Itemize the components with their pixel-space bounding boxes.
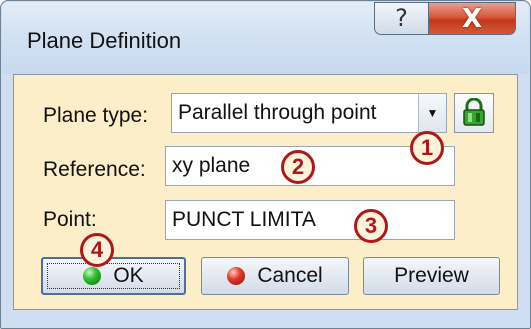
help-icon: ? — [395, 3, 408, 32]
point-value: PUNCT LIMITA — [172, 208, 316, 231]
focus-rectangle — [47, 263, 180, 289]
close-button[interactable]: X — [428, 2, 516, 35]
cancel-label: Cancel — [257, 264, 323, 287]
preview-button[interactable]: Preview — [363, 257, 500, 295]
annotation-marker-2: 2 — [281, 150, 315, 184]
plane-definition-dialog: Plane Definition ? X Plane type: Paralle… — [0, 0, 531, 329]
plane-type-dropdown[interactable]: Parallel through point ▼ — [171, 93, 447, 133]
annotation-marker-4: 4 — [80, 233, 114, 267]
help-button[interactable]: ? — [374, 2, 429, 35]
cancel-button[interactable]: Cancel — [201, 257, 349, 295]
plane-type-value: Parallel through point — [178, 101, 377, 124]
ok-button[interactable]: OK — [41, 257, 186, 295]
dialog-title: Plane Definition — [27, 28, 182, 53]
preview-label: Preview — [394, 264, 469, 287]
reference-label: Reference: — [43, 158, 146, 181]
point-field[interactable]: PUNCT LIMITA — [165, 200, 455, 240]
annotation-marker-3: 3 — [354, 209, 388, 243]
close-icon: X — [461, 3, 483, 34]
chevron-down-icon[interactable]: ▼ — [418, 94, 446, 132]
red-dot-icon — [227, 267, 246, 285]
plane-type-label: Plane type: — [43, 104, 149, 127]
lock-toggle-button[interactable] — [454, 93, 494, 133]
point-label: Point: — [43, 208, 97, 231]
title-bar[interactable]: Plane Definition ? X — [2, 2, 529, 74]
green-lock-icon — [463, 98, 485, 126]
reference-value: xy plane — [172, 154, 251, 177]
annotation-marker-1: 1 — [410, 131, 444, 165]
